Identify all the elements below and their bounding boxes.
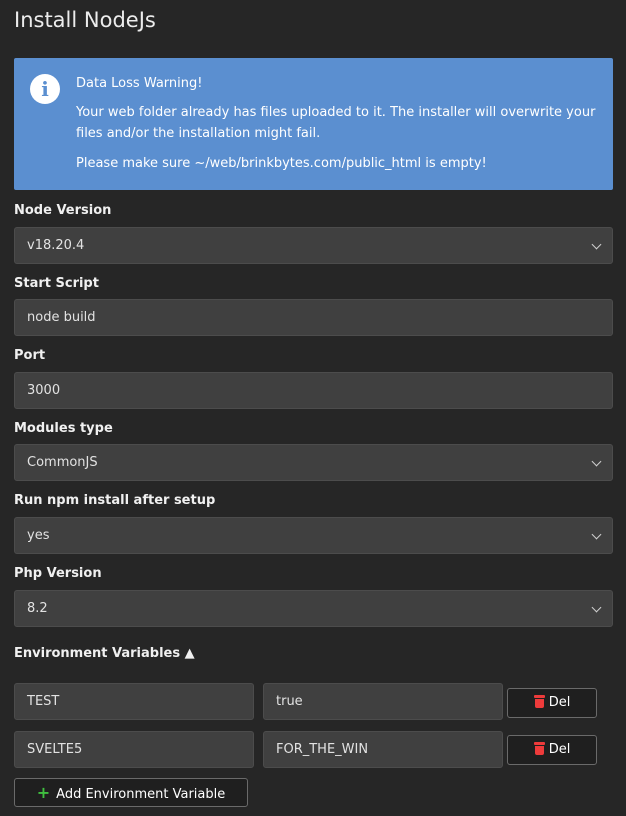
- info-icon: i: [30, 74, 60, 104]
- port-label: Port: [14, 348, 46, 363]
- env-key-input[interactable]: TEST: [14, 683, 254, 720]
- install-nodejs-page: Install NodeJs i Data Loss Warning! Your…: [0, 0, 626, 816]
- php-version-label: Php Version: [14, 566, 102, 581]
- node-version-value: v18.20.4: [27, 238, 85, 253]
- port-input[interactable]: 3000: [14, 372, 613, 409]
- plus-icon: +: [36, 783, 51, 802]
- env-key-value: TEST: [27, 694, 60, 709]
- environment-variables-toggle[interactable]: Environment Variables ▲: [14, 646, 195, 661]
- delete-label: Del: [548, 742, 571, 757]
- env-value-value: true: [276, 694, 303, 709]
- run-npm-install-value: yes: [27, 528, 50, 543]
- env-value-input[interactable]: FOR_THE_WIN: [263, 731, 503, 768]
- modules-type-value: CommonJS: [27, 455, 98, 470]
- run-npm-install-select[interactable]: yes: [14, 517, 613, 554]
- delete-label: Del: [548, 695, 571, 710]
- alert-heading: Data Loss Warning!: [76, 76, 203, 91]
- env-value-input[interactable]: true: [263, 683, 503, 720]
- chevron-down-icon: [591, 529, 602, 540]
- start-script-input[interactable]: node build: [14, 299, 613, 336]
- data-loss-alert: i Data Loss Warning! Your web folder alr…: [14, 58, 613, 190]
- start-script-value: node build: [27, 310, 96, 325]
- modules-type-select[interactable]: CommonJS: [14, 444, 613, 481]
- env-value-value: FOR_THE_WIN: [276, 742, 369, 757]
- port-value: 3000: [27, 383, 61, 398]
- env-key-input[interactable]: SVELTE5: [14, 731, 254, 768]
- chevron-down-icon: [591, 239, 602, 250]
- php-version-value: 8.2: [27, 601, 48, 616]
- trash-icon: [533, 695, 545, 708]
- alert-instruction: Please make sure ~/web/brinkbytes.com/pu…: [76, 156, 487, 171]
- php-version-select[interactable]: 8.2: [14, 590, 613, 627]
- delete-env-button[interactable]: Del: [507, 688, 597, 718]
- add-environment-variable-button[interactable]: + Add Environment Variable: [14, 778, 248, 807]
- modules-type-label: Modules type: [14, 421, 113, 436]
- node-version-select[interactable]: v18.20.4: [14, 227, 613, 264]
- chevron-down-icon: [591, 456, 602, 467]
- node-version-label: Node Version: [14, 203, 112, 218]
- page-title: Install NodeJs: [14, 8, 156, 32]
- chevron-down-icon: [591, 602, 602, 613]
- alert-message: Your web folder already has files upload…: [76, 105, 596, 141]
- start-script-label: Start Script: [14, 276, 99, 291]
- add-env-label: Add Environment Variable: [56, 787, 226, 802]
- alert-text: Data Loss Warning! Your web folder alrea…: [76, 73, 596, 183]
- trash-icon: [533, 742, 545, 755]
- env-key-value: SVELTE5: [27, 742, 83, 757]
- delete-env-button[interactable]: Del: [507, 735, 597, 765]
- run-npm-install-label: Run npm install after setup: [14, 493, 216, 508]
